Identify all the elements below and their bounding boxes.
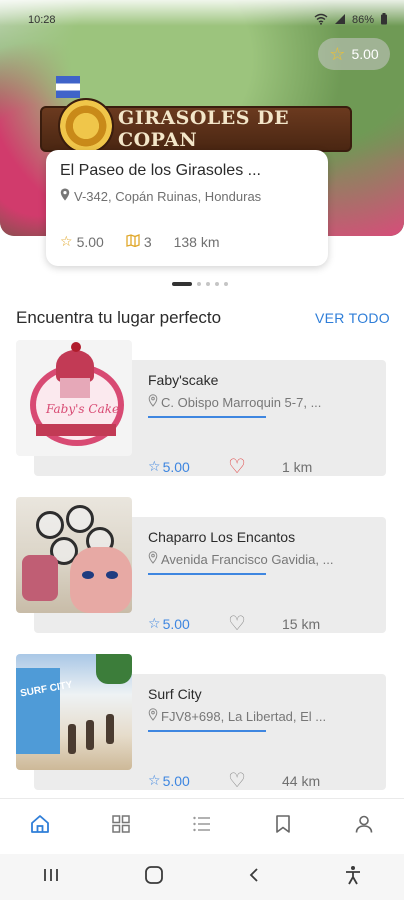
place-info: Surf City FJV8+698, La Libertad, El ... — [148, 686, 364, 732]
battery-icon — [380, 12, 388, 28]
place-rating: ☆ 5.00 — [148, 458, 228, 475]
place-name: Surf City — [148, 686, 202, 702]
star-icon: ☆ — [60, 233, 73, 249]
place-info: Faby'scake C. Obispo Marroquin 5-7, ... — [148, 372, 364, 418]
hero-rating-badge: ☆ 5.00 — [318, 38, 390, 70]
home-button-icon[interactable] — [144, 865, 164, 890]
home-icon — [29, 813, 51, 840]
place-divider — [148, 573, 266, 575]
place-rating: ☆ 5.00 — [148, 615, 228, 632]
status-bar: 10:28 86% — [28, 12, 388, 28]
place-meta: ☆ 5.00 ♡ 1 km — [148, 454, 348, 479]
place-address: C. Obispo Marroquin 5-7, ... — [148, 394, 364, 410]
place-address: Avenida Francisco Gavidia, ... — [148, 551, 364, 567]
featured-place-address: V-342, Copán Ruinas, Honduras — [74, 188, 262, 204]
place-address-text: C. Obispo Marroquin 5-7, ... — [161, 394, 322, 410]
sign-text: GIRASOLES DE COPAN — [118, 107, 290, 151]
place-address-text: FJV8+698, La Libertad, El ... — [161, 708, 327, 724]
featured-place-meta: ☆ 5.00 3 138 km — [60, 233, 220, 250]
place-distance: 44 km — [282, 772, 321, 789]
list-icon — [192, 815, 212, 838]
featured-count-value: 3 — [143, 233, 152, 250]
place-distance: 1 km — [282, 458, 313, 475]
logo-text: Faby's Cake — [46, 402, 120, 416]
favorite-heart-icon[interactable]: ♡ — [228, 611, 268, 636]
nav-categories[interactable] — [101, 807, 141, 847]
list-item[interactable]: Faby's Cake Faby'scake C. Obispo Marroqu… — [16, 340, 388, 480]
status-time: 10:28 — [28, 14, 56, 26]
featured-count: 3 — [126, 234, 152, 250]
flag-image — [56, 76, 80, 98]
featured-place-location: V-342, Copán Ruinas, Honduras — [60, 188, 314, 204]
star-icon: ☆ — [148, 772, 161, 788]
featured-distance: 138 km — [173, 233, 220, 250]
place-info: Chaparro Los Encantos Avenida Francisco … — [148, 529, 364, 575]
place-thumbnail[interactable]: Faby's Cake — [16, 340, 132, 456]
user-icon — [354, 814, 374, 839]
featured-place-title: El Paseo de los Girasoles ... — [60, 162, 261, 179]
place-thumbnail[interactable]: SURF CITY — [16, 654, 132, 770]
section-header: Encuentra tu lugar perfecto VER TODO — [16, 308, 390, 328]
location-pin-icon — [148, 394, 158, 410]
carousel-dot[interactable] — [224, 282, 228, 286]
star-icon: ☆ — [148, 615, 161, 631]
nav-home[interactable] — [20, 807, 60, 847]
place-meta: ☆ 5.00 ♡ 15 km — [148, 611, 348, 636]
carousel-dot[interactable] — [215, 282, 219, 286]
place-rating-value: 5.00 — [162, 615, 190, 632]
place-address: FJV8+698, La Libertad, El ... — [148, 708, 364, 724]
wifi-icon — [314, 13, 328, 28]
bottom-navigation — [0, 798, 404, 854]
nav-saved[interactable] — [263, 807, 303, 847]
map-icon — [126, 233, 140, 250]
location-pin-icon — [60, 188, 70, 204]
place-name: Chaparro Los Encantos — [148, 529, 296, 545]
place-rating-value: 5.00 — [162, 458, 190, 475]
place-rating-value: 5.00 — [162, 772, 190, 789]
battery-level: 86% — [351, 14, 374, 26]
featured-rating-value: 5.00 — [76, 233, 104, 250]
carousel-dot-active[interactable] — [172, 282, 192, 286]
status-icons: 86% — [314, 12, 388, 28]
recent-apps-icon[interactable] — [42, 867, 60, 888]
list-item[interactable]: SURF CITY Surf City FJV8+698, La Liberta… — [16, 654, 388, 794]
favorite-heart-icon[interactable]: ♡ — [228, 454, 268, 479]
nav-list[interactable] — [182, 807, 222, 847]
section-title: Encuentra tu lugar perfecto — [16, 308, 222, 327]
location-pin-icon — [148, 708, 158, 724]
featured-rating: ☆ 5.00 — [60, 233, 104, 250]
location-pin-icon — [148, 551, 158, 567]
carousel-dot[interactable] — [197, 282, 201, 286]
bookmark-icon — [275, 814, 291, 839]
nav-profile[interactable] — [344, 807, 384, 847]
place-divider — [148, 416, 266, 418]
accessibility-icon[interactable] — [344, 865, 362, 890]
system-navigation-bar — [0, 854, 404, 900]
featured-place-card[interactable]: El Paseo de los Girasoles ... V-342, Cop… — [46, 150, 328, 266]
back-icon[interactable] — [248, 867, 260, 888]
star-icon: ☆ — [148, 458, 161, 474]
favorite-heart-icon[interactable]: ♡ — [228, 768, 268, 793]
place-rating: ☆ 5.00 — [148, 772, 228, 789]
place-meta: ☆ 5.00 ♡ 44 km — [148, 768, 348, 793]
place-name: Faby'scake — [148, 372, 219, 388]
place-divider — [148, 730, 266, 732]
sun-logo — [58, 98, 114, 154]
hero-rating-value: 5.00 — [351, 46, 379, 62]
list-item[interactable]: Chaparro Los Encantos Avenida Francisco … — [16, 497, 388, 637]
place-thumbnail[interactable] — [16, 497, 132, 613]
see-all-link[interactable]: VER TODO — [315, 310, 390, 326]
star-icon: ☆ — [329, 43, 346, 64]
carousel-indicator — [172, 282, 228, 286]
place-address-text: Avenida Francisco Gavidia, ... — [161, 551, 334, 567]
signal-icon — [334, 13, 346, 28]
grid-icon — [111, 814, 131, 839]
carousel-dot[interactable] — [206, 282, 210, 286]
place-distance: 15 km — [282, 615, 321, 632]
